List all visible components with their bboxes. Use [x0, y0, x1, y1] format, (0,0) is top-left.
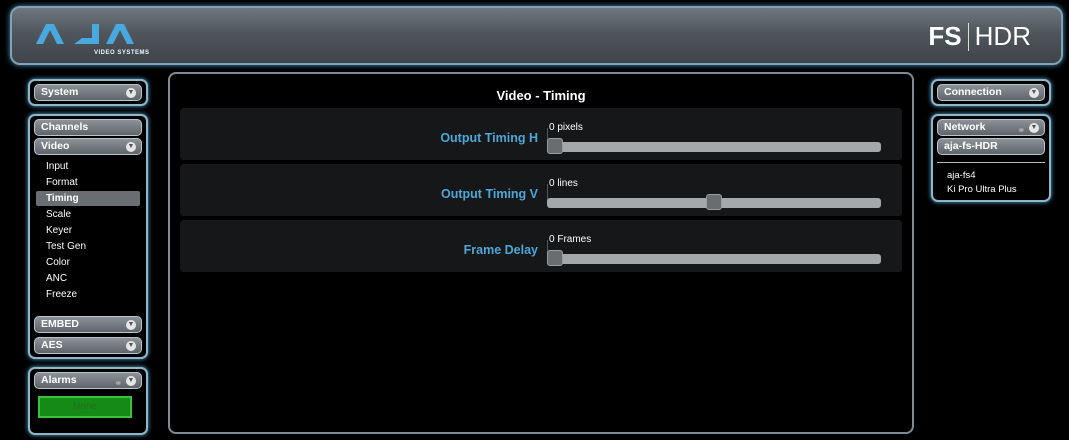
device-ki-pro-ultra-plus[interactable]: Ki Pro Ultra Plus — [947, 184, 1017, 195]
system-label: System — [41, 86, 79, 98]
nav-item-scale[interactable]: Scale — [46, 207, 71, 222]
output-timing-h-label: Output Timing H — [440, 131, 538, 145]
network-menu[interactable]: Network ⚭ ▼ — [937, 119, 1045, 136]
nav-item-freeze[interactable]: Freeze — [46, 287, 77, 302]
video-label: Video — [41, 140, 70, 152]
frame-delay-row: Frame Delay 0 Frames — [180, 220, 902, 272]
link-icon[interactable]: ⚭ — [114, 376, 122, 391]
chevron-down-icon[interactable]: ▼ — [126, 341, 136, 351]
main-panel: Video - Timing Output Timing H 0 pixels … — [168, 72, 914, 434]
chevron-down-icon[interactable]: ▼ — [126, 376, 136, 386]
nav-item-input[interactable]: Input — [46, 159, 68, 174]
nav-item-color[interactable]: Color — [46, 255, 70, 270]
alarms-label: Alarms — [41, 374, 77, 386]
alarms-menu[interactable]: Alarms ⚭ ▼ — [34, 372, 142, 389]
frame-delay-label: Frame Delay — [463, 243, 538, 257]
frame-delay-slider-thumb[interactable] — [547, 250, 563, 266]
nav-item-keyer[interactable]: Keyer — [46, 223, 72, 238]
logo-subtitle: VIDEO SYSTEMS — [94, 50, 150, 56]
chevron-down-icon[interactable]: ▼ — [126, 320, 136, 330]
alarms-panel: Alarms ⚭ ▼ None — [28, 367, 148, 435]
output-timing-v-slider-thumb[interactable] — [706, 194, 722, 210]
frame-delay-slider[interactable] — [547, 254, 881, 264]
selected-device[interactable]: aja-fs-HDR — [937, 138, 1045, 155]
device-aja-fs4[interactable]: aja-fs4 — [947, 170, 976, 181]
frame-delay-value: 0 Frames — [549, 234, 592, 245]
chevron-down-icon[interactable]: ▼ — [1029, 88, 1039, 98]
aes-label: AES — [41, 339, 63, 351]
nav-item-test-gen[interactable]: Test Gen — [46, 239, 86, 254]
nav-item-format[interactable]: Format — [46, 175, 78, 190]
aes-menu[interactable]: AES ▼ — [34, 337, 142, 354]
embed-menu[interactable]: EMBED ▼ — [34, 316, 142, 333]
product-separator — [967, 22, 969, 51]
chevron-down-icon[interactable]: ▼ — [1029, 123, 1039, 133]
connection-menu[interactable]: Connection ▼ — [937, 84, 1045, 101]
channels-label: Channels — [41, 121, 89, 133]
output-timing-h-slider-thumb[interactable] — [547, 138, 563, 154]
output-timing-v-row: Output Timing V 0 lines — [180, 164, 902, 216]
nav-item-anc[interactable]: ANC — [46, 271, 67, 286]
divider — [937, 162, 1045, 163]
embed-label: EMBED — [41, 318, 79, 330]
product-name: FS HDR — [928, 21, 1031, 52]
product-fs: FS — [928, 21, 962, 51]
output-timing-h-row: Output Timing H 0 pixels — [180, 108, 902, 160]
link-icon[interactable]: ⚭ — [1017, 123, 1025, 138]
network-panel: Network ⚭ ▼ aja-fs-HDR aja-fs4 Ki Pro Ul… — [931, 114, 1051, 202]
page-title: Video - Timing — [496, 88, 586, 103]
channels-menu[interactable]: Channels — [34, 119, 142, 136]
channels-panel: Channels Video ▼ Input Format Timing Sca… — [28, 114, 148, 359]
system-panel: System ▼ — [28, 79, 148, 106]
selected-device-label: aja-fs-HDR — [944, 140, 998, 152]
system-menu[interactable]: System ▼ — [34, 84, 142, 101]
app-header: VIDEO SYSTEMS FS HDR — [10, 6, 1063, 65]
aja-logo: VIDEO SYSTEMS — [34, 22, 174, 58]
network-label: Network — [944, 121, 986, 133]
connection-panel: Connection ▼ — [931, 79, 1051, 106]
product-hdr: HDR — [974, 21, 1031, 51]
connection-label: Connection — [944, 86, 1002, 98]
chevron-down-icon[interactable]: ▼ — [126, 142, 136, 152]
alarm-status: None — [38, 396, 132, 418]
output-timing-v-value: 0 lines — [549, 178, 578, 189]
chevron-down-icon[interactable]: ▼ — [126, 88, 136, 98]
output-timing-h-slider[interactable] — [547, 142, 881, 152]
nav-item-timing[interactable]: Timing — [36, 191, 140, 206]
output-timing-h-value: 0 pixels — [549, 122, 583, 133]
output-timing-v-label: Output Timing V — [441, 187, 538, 201]
video-menu[interactable]: Video ▼ — [34, 138, 142, 155]
